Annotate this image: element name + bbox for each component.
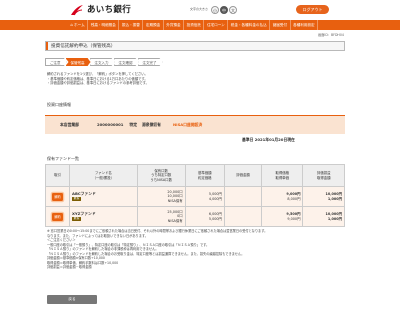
cancel-button[interactable]: 解約 <box>52 212 63 221</box>
footer-note: 評価金額＝基準価額×保有口数÷10,000 <box>47 256 105 260</box>
screen-id: 画面ID：BFDH04 <box>318 33 344 37</box>
font-size-medium-button[interactable]: 中 <box>220 6 229 14</box>
acq-price-cell: 9,000円 8,000円 <box>261 186 304 207</box>
fund-name: XYZファンド <box>72 210 96 216</box>
footer-note: ※ 窓口営業日の0:00～15:00までにご依頼された場合は当日受付、それ以外の… <box>47 229 268 233</box>
account-info: 本店営業部 2000000001 特定 源泉徴収有 NISA口座開設済 <box>45 115 345 134</box>
cancel-button[interactable]: 解約 <box>52 192 63 201</box>
font-size-small-button[interactable]: 小 <box>211 6 220 14</box>
nav-item-settings[interactable]: 各種利用設定 <box>291 20 319 30</box>
intro-notes: 解約されるファンドを1つ選び、「解約」ボタンを押してください。 ・基準価額や約定… <box>47 72 337 86</box>
gain-total-value: 1,000円 <box>327 216 342 221</box>
fund-name-cell: XYZファンド 累投 <box>69 206 138 227</box>
fund-name: ABCファンド <box>72 190 96 196</box>
status-badge: 累投 <box>72 216 82 222</box>
units-nisa-value: NISA保有 <box>167 218 183 223</box>
nav-item-balance[interactable]: 残高・明細照会 <box>88 20 120 30</box>
back-button[interactable]: 戻る <box>47 295 97 304</box>
col-header-fund-name: ファンド名 （一般/累投） <box>69 164 138 187</box>
bank-logo-icon <box>70 4 84 16</box>
value-cell <box>223 206 263 227</box>
logout-button[interactable]: ログアウト <box>296 5 329 14</box>
step-holdings: 保管残高 <box>65 58 91 66</box>
account-section-title: 投資口座情報 <box>47 102 71 107</box>
col-header-acq-price: 取得価格 取得単価 <box>261 164 304 187</box>
global-nav: ⌂ホーム 残高・明細照会 振込・振替 定期預金 外貨預金 投資信託 住宅ローン … <box>0 20 400 30</box>
gain-cell: 10,000円 1,000円 <box>302 186 345 207</box>
base-date: 基準日 2021年01月20日現在 <box>242 137 295 142</box>
nav-item-foreign-deposit[interactable]: 外貨預金 <box>164 20 185 30</box>
price-cell: 5,000円 4,000円 <box>184 186 225 207</box>
footer-note: なります。また、ファンドによってはお取扱いできない日があります。 <box>47 233 148 238</box>
footer-note: 「ＮＩＳＡ預り」のファンドを解約した場合のお受取り金は、特定口座等とは損益通算で… <box>47 251 245 256</box>
account-withholding: 源泉徴収有 <box>142 121 161 127</box>
nav-item-notifications[interactable]: 諸届受付 <box>270 20 291 30</box>
price-contract-value: 5,000円 <box>208 216 222 221</box>
gain-total-value: 1,000円 <box>327 196 342 201</box>
status-badge: 累投 <box>72 196 82 202</box>
table-row: 解約 ABCファンド 累投 20,000口 10,000口 NISA保有 5,0… <box>45 186 345 207</box>
action-cell: 解約 <box>45 206 70 227</box>
step-order-complete: 注文完了 <box>137 58 163 66</box>
acq-price-cell: 9,500円 9,000円 <box>261 206 304 227</box>
intro-note: 解約されるファンドを1つ選び、「解約」ボタンを押してください。 <box>47 72 148 76</box>
account-number: 2000000001 <box>96 121 124 127</box>
step-order-input: 注文入力 <box>89 58 115 66</box>
footer-notes: ※ 窓口営業日の0:00～15:00までにご依頼された場合は当日受付、それ以外の… <box>47 229 347 270</box>
col-header-units: 保有口数 うち特定口数 うちNISA口数 <box>136 164 186 187</box>
font-size-switcher: 文字の大きさ 小 中 大 <box>190 6 238 14</box>
page-title: 投資信託解約申込（保管残高） <box>45 41 345 51</box>
nav-item-home[interactable]: ⌂ホーム <box>68 20 89 30</box>
account-nisa-status: NISA口座開設済 <box>172 121 203 127</box>
footer-note: 「ＮＩＳＡ預り」のファンドを解約した場合の非課税枠は再利用できません。 <box>47 247 159 251</box>
step-order-confirm: 注文確認 <box>113 58 139 66</box>
nav-item-label: ホーム <box>74 23 85 27</box>
nav-item-transfer[interactable]: 振込・振替 <box>119 20 144 30</box>
nav-item-investment-trust[interactable]: 投資信託 <box>184 20 205 30</box>
price-contract-value: 4,000円 <box>208 196 222 201</box>
footer-note: 一般口座の取引は「一般預り」、特定口座の取引は「特定預り」、ＮＩＳＡ口座の取引は… <box>47 242 210 247</box>
action-cell: 解約 <box>45 186 70 207</box>
table-row: 解約 XYZファンド 累投 25,000口 0口 NISA保有 6,000円 5… <box>45 206 345 227</box>
acq-unit-value: 8,000円 <box>287 196 301 201</box>
font-size-label: 文字の大きさ <box>190 7 209 12</box>
bank-logo[interactable]: あいち銀行 <box>70 4 131 16</box>
header-bar: あいち銀行 文字の大きさ 小 中 大 ログアウト <box>0 0 400 20</box>
units-cell: 20,000口 10,000口 NISA保有 <box>136 186 186 207</box>
fund-table: 取引 ファンド名 （一般/累投） 保有口数 うち特定口数 うちNISA口数 基準価額約… <box>45 164 345 227</box>
account-branch: 本店営業部 <box>60 121 79 127</box>
step-indicator: ご注意 保管残高 注文入力 注文確認 注文完了 <box>45 58 163 66</box>
home-icon: ⌂ <box>70 22 74 27</box>
table-header-row: 取引 ファンド名 （一般/累投） 保有口数 うち特定口数 うちNISA口数 基準価額約… <box>45 164 345 187</box>
nav-item-time-deposit[interactable]: 定期預金 <box>143 20 164 30</box>
intro-note: ・評価金額や評価損益は、基準日におけるファンドの参考評価です。 <box>47 81 149 86</box>
units-nisa-value: NISA保有 <box>167 198 183 203</box>
price-cell: 6,000円 5,000円 <box>184 206 225 227</box>
col-header-action: 取引 <box>45 164 70 187</box>
units-cell: 25,000口 0口 NISA保有 <box>136 206 186 227</box>
footer-note: 評価損益＝評価金額－取得金額 <box>47 265 92 269</box>
step-caution: ご注意 <box>45 58 67 66</box>
nav-item-housing-loan[interactable]: 住宅ローン <box>204 20 229 30</box>
bank-name: あいち銀行 <box>87 4 132 15</box>
nav-item-tax-payment[interactable]: 税金・各種料金の払込 <box>228 20 271 30</box>
gain-cell: 10,000円 1,000円 <box>302 206 345 227</box>
funds-section-title: 保有ファンド一覧 <box>47 156 79 161</box>
account-type: 特定 <box>129 121 137 127</box>
col-header-value: 評価金額 <box>223 164 263 187</box>
acq-unit-value: 9,000円 <box>287 216 301 221</box>
footer-note: 取得金額＝取得単価、解約手数料は口数÷10,000 <box>47 260 119 265</box>
font-size-large-button[interactable]: 大 <box>229 6 238 14</box>
fund-name-cell: ABCファンド 累投 <box>69 186 138 207</box>
value-cell <box>223 186 263 207</box>
col-header-gain: 評価損益 取得金額 <box>302 164 345 187</box>
footer-note: ＜ご注意ください＞ <box>47 238 76 242</box>
col-header-price: 基準価額 約定価格 <box>184 164 225 187</box>
